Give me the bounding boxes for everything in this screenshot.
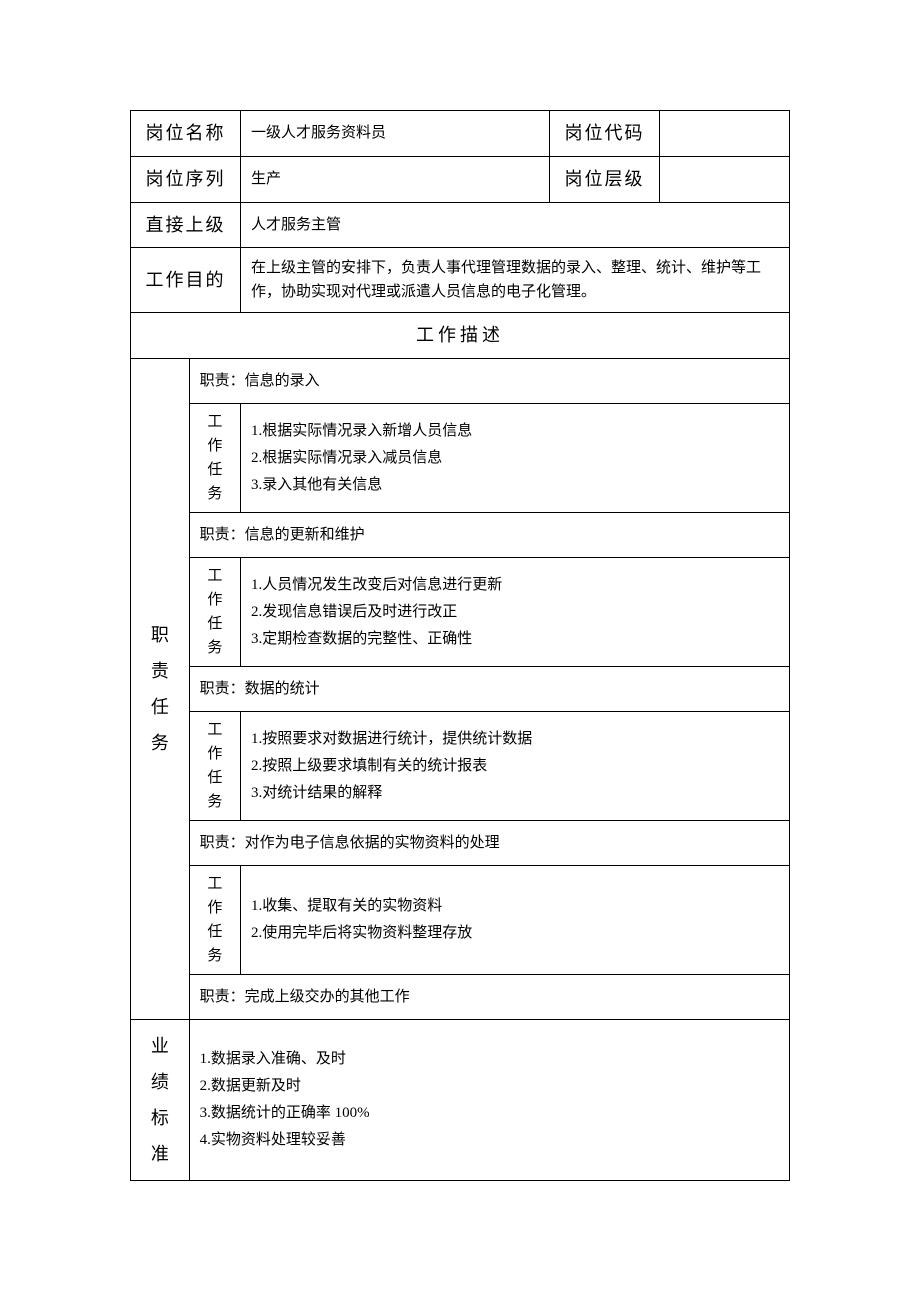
duty-2-text: 信息的更新和维护: [245, 527, 365, 543]
performance-content: 1.数据录入准确、及时2.数据更新及时3.数据统计的正确率 100%4.实物资料…: [189, 1020, 789, 1181]
task-label-4: 工作任务: [189, 866, 240, 975]
position-series-value: 生产: [241, 156, 550, 202]
direct-superior-value: 人才服务主管: [241, 202, 790, 248]
duty-prefix: 职责：: [200, 989, 245, 1005]
duty-4-text: 对作为电子信息依据的实物资料的处理: [245, 835, 500, 851]
position-code-value: [660, 111, 790, 157]
position-code-label: 岗位代码: [550, 111, 660, 157]
duty-title-3: 职责：数据的统计: [189, 667, 789, 712]
task-label-1: 工作任务: [189, 404, 240, 513]
task-content-1: 1.根据实际情况录入新增人员信息2.根据实际情况录入减员信息3.录入其他有关信息: [241, 404, 790, 513]
duty-prefix: 职责：: [200, 373, 245, 389]
duty-title-4: 职责：对作为电子信息依据的实物资料的处理: [189, 821, 789, 866]
position-name-label: 岗位名称: [131, 111, 241, 157]
task-content-4: 1.收集、提取有关的实物资料2.使用完毕后将实物资料整理存放: [241, 866, 790, 975]
duty-5-text: 完成上级交办的其他工作: [245, 989, 410, 1005]
duty-prefix: 职责：: [200, 681, 245, 697]
performance-label: 业绩标准: [131, 1020, 190, 1181]
work-purpose-value: 在上级主管的安排下，负责人事代理管理数据的录入、整理、统计、维护等工作，协助实现…: [241, 248, 790, 313]
position-series-label: 岗位序列: [131, 156, 241, 202]
task-content-3: 1.按照要求对数据进行统计，提供统计数据2.按照上级要求填制有关的统计报表3.对…: [241, 712, 790, 821]
work-purpose-label: 工作目的: [131, 248, 241, 313]
position-name-value: 一级人才服务资料员: [241, 111, 550, 157]
position-level-label: 岗位层级: [550, 156, 660, 202]
task-content-2: 1.人员情况发生改变后对信息进行更新2.发现信息错误后及时进行改正3.定期检查数…: [241, 558, 790, 667]
duty-1-text: 信息的录入: [245, 373, 320, 389]
task-label-3: 工作任务: [189, 712, 240, 821]
responsibility-label: 职责任务: [131, 359, 190, 1020]
duty-3-text: 数据的统计: [245, 681, 320, 697]
duty-prefix: 职责：: [200, 527, 245, 543]
duty-title-5: 职责：完成上级交办的其他工作: [189, 975, 789, 1020]
direct-superior-label: 直接上级: [131, 202, 241, 248]
section-title: 工作描述: [131, 313, 790, 359]
duty-title-2: 职责：信息的更新和维护: [189, 513, 789, 558]
job-description-table: 岗位名称 一级人才服务资料员 岗位代码 岗位序列 生产 岗位层级 直接上级 人才…: [130, 110, 790, 1181]
duty-prefix: 职责：: [200, 835, 245, 851]
position-level-value: [660, 156, 790, 202]
task-label-2: 工作任务: [189, 558, 240, 667]
duty-title-1: 职责：信息的录入: [189, 359, 789, 404]
